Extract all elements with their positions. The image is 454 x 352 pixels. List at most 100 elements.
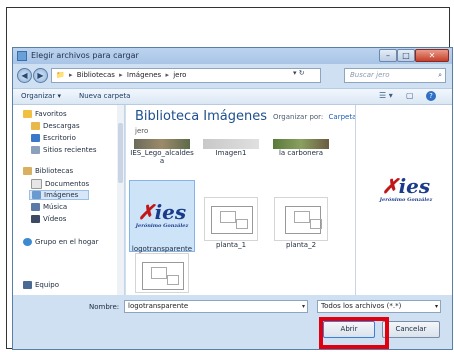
organize-button[interactable]: Organizar ▾ [21,92,61,100]
downloads-icon [31,122,40,130]
preview-pane: ✗ies Jerónimo González [355,105,452,295]
ies-logo: ✗ies [381,174,431,198]
chevron-down-icon[interactable]: ▾ [302,301,305,312]
address-bar[interactable]: 📁 ▸ Bibliotecas ▸ Imágenes ▸ jero [51,68,321,83]
breadcrumb-separator: ▸ [68,71,73,79]
preview-pane-icon[interactable]: ▢ [406,91,414,100]
file-item[interactable]: planta_2 [268,197,334,249]
library-title: Biblioteca Imágenes [135,109,268,124]
file-type-filter[interactable]: Todos los archivos (*.*) ▾ [317,300,441,313]
minimize-button[interactable]: – [379,49,397,62]
filter-value: Todos los archivos (*.*) [321,302,402,310]
nav-favoritos[interactable]: Favoritos [23,110,67,118]
documents-icon [31,179,42,189]
search-icon: ⌕ [438,71,442,79]
nav-label: Escritorio [43,134,76,142]
pictures-icon [32,191,41,199]
chevron-down-icon: ▾ [434,303,438,310]
nav-label: Equipo [35,281,59,289]
refresh-button[interactable]: ▾ ↻ [293,69,305,77]
image-thumbnail [134,139,190,149]
nav-label: Vídeos [43,215,67,223]
nav-sitios-recientes[interactable]: Sitios recientes [31,146,97,154]
search-placeholder: Buscar jero [350,71,390,79]
back-button[interactable]: ◀ [17,68,32,83]
image-thumbnail [135,253,189,293]
image-thumbnail [273,139,329,149]
breadcrumb-imagenes[interactable]: Imágenes [127,71,161,79]
file-name: planta_1 [215,241,247,249]
title-bar: Elegir archivos para cargar – □ ✕ [13,48,452,64]
arrange-label: Organizar por: [273,113,324,121]
nav-documentos[interactable]: Documentos [31,179,89,189]
window-title: Elegir archivos para cargar [31,51,139,60]
breadcrumb-jero[interactable]: jero [173,71,186,79]
file-open-dialog: Elegir archivos para cargar – □ ✕ ◀ ▶ 📁 … [12,47,453,350]
preview-image: ✗ies Jerónimo González [366,175,446,203]
videos-icon [31,215,40,223]
breadcrumb-bibliotecas[interactable]: Bibliotecas [77,71,115,79]
nav-bibliotecas[interactable]: Bibliotecas [23,167,73,175]
file-item[interactable]: la carbonera [268,139,334,157]
nav-grupo-hogar[interactable]: Grupo en el hogar [23,238,98,246]
navigation-scrollbar[interactable] [117,105,124,295]
cancel-button[interactable]: Cancelar [382,321,440,338]
file-name: planta_2 [285,241,317,249]
breadcrumb-separator: ▸ [119,71,123,79]
filename-input[interactable]: logotransparente ▾ [124,300,308,313]
nav-musica[interactable]: Música [31,203,67,211]
image-thumbnail [274,197,328,241]
folder-icon: 📁 [56,71,65,79]
file-item[interactable]: planta_1 [198,197,264,249]
file-item[interactable] [129,253,195,293]
nav-escritorio[interactable]: Escritorio [31,134,76,142]
nav-label: Descargas [43,122,80,130]
ies-logo: ✗ies [137,200,187,224]
nav-label: Imágenes [44,191,79,199]
image-thumbnail: ✗ies Jerónimo González [135,201,189,245]
nav-label: Favoritos [35,110,67,118]
window-icon [17,51,27,61]
libraries-icon [23,167,32,175]
file-item[interactable]: IES_Lego_alcaldes a [129,139,195,165]
maximize-button[interactable]: □ [397,49,415,62]
homegroup-icon [23,238,32,246]
forward-button[interactable]: ▶ [33,68,48,83]
nav-descargas[interactable]: Descargas [31,122,80,130]
image-thumbnail [203,139,259,149]
nav-label: Bibliotecas [35,167,74,175]
new-folder-button[interactable]: Nueva carpeta [79,92,130,100]
desktop-icon [31,134,40,142]
filename-label: Nombre: [89,303,120,311]
nav-label: Música [43,203,68,211]
file-name: IES_Lego_alcaldes a [130,149,194,165]
file-item-selected[interactable]: ✗ies Jerónimo González logotransparente [129,180,195,253]
search-input[interactable]: Buscar jero ⌕ [344,68,446,83]
ies-logo-subtitle: Jerónimo González [135,223,189,229]
library-subtitle: jero [135,127,149,135]
computer-icon [23,281,32,289]
open-button-highlight [319,317,389,349]
close-button[interactable]: ✕ [415,49,449,62]
address-row: ◀ ▶ 📁 ▸ Bibliotecas ▸ Imágenes ▸ jero ▾ … [13,65,452,87]
navigation-pane: Favoritos Descargas Escritorio Sitios re… [13,105,125,295]
view-options-icon[interactable]: ☰ ▾ [379,91,393,100]
nav-videos[interactable]: Vídeos [31,215,66,223]
file-name: Imagen1 [215,149,247,157]
breadcrumb-separator: ▸ [165,71,169,79]
command-bar: Organizar ▾ Nueva carpeta ☰ ▾ ▢ ? [13,88,452,105]
nav-label: Documentos [45,180,90,188]
nav-label: Grupo en el hogar [35,238,99,246]
file-item[interactable]: Imagen1 [198,139,264,157]
nav-label: Sitios recientes [43,146,97,154]
nav-imagenes[interactable]: Imágenes [29,190,90,200]
music-icon [31,203,40,211]
recent-places-icon [31,146,40,154]
image-thumbnail [204,197,258,241]
help-icon[interactable]: ? [426,91,436,101]
filename-value: logotransparente [128,302,189,310]
nav-equipo[interactable]: Equipo [23,281,59,289]
file-name: la carbonera [278,149,324,157]
scrollbar-thumb[interactable] [118,123,123,183]
arrange-by: Organizar por: Carpeta ▾ [273,113,362,121]
